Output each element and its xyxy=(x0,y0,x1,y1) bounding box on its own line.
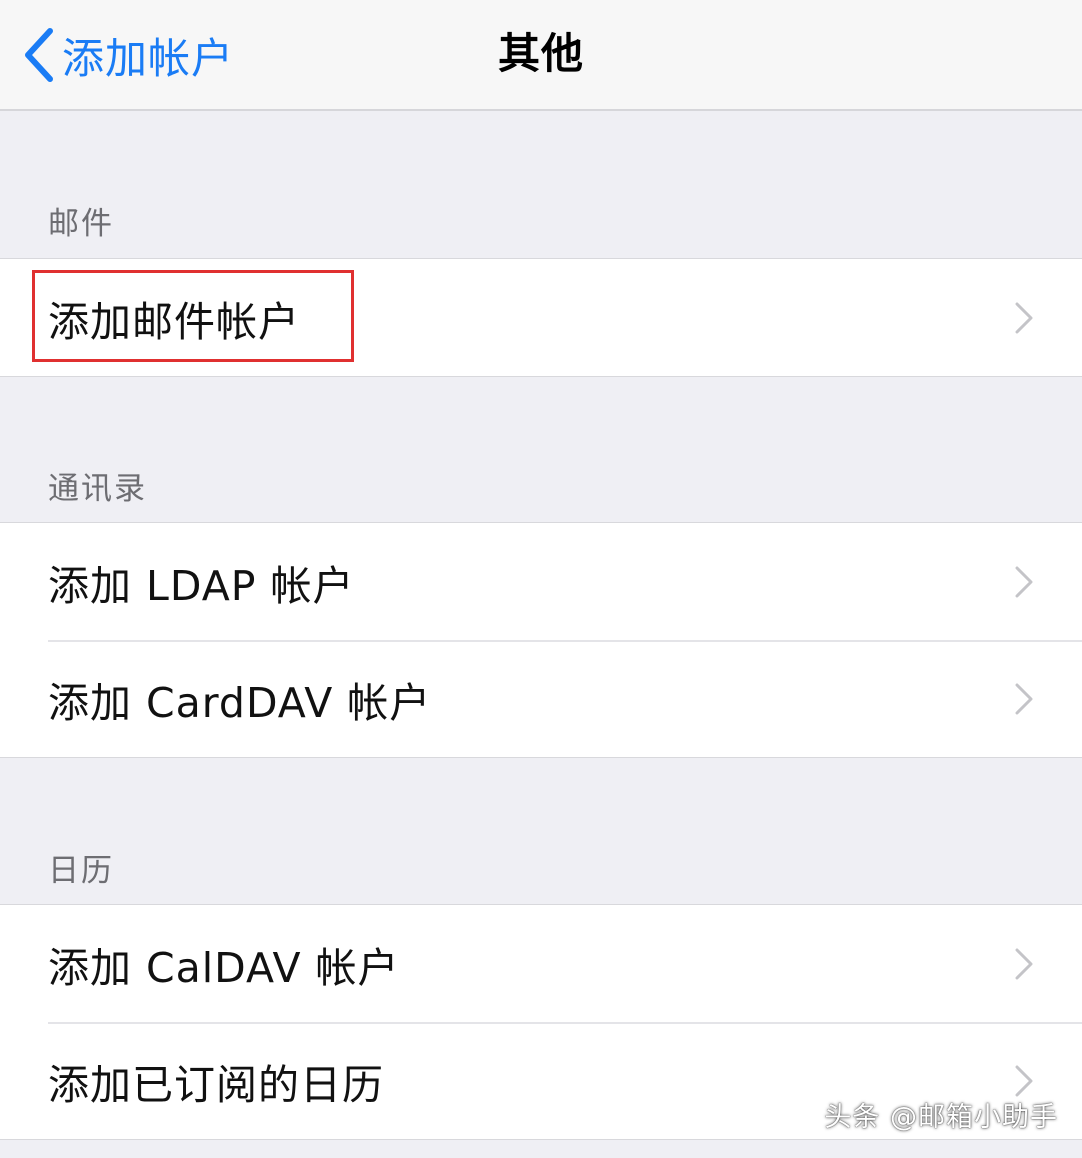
add-carddav-account-cell[interactable]: 添加 CardDAV 帐户 xyxy=(0,640,1082,757)
navigation-bar: 添加帐户 其他 xyxy=(0,0,1082,111)
section-header-contacts: 通讯录 xyxy=(48,471,147,507)
watermark: 头条 @邮箱小助手 xyxy=(824,1102,1058,1133)
cell-label: 添加 LDAP 帐户 xyxy=(48,561,355,610)
chevron-right-icon xyxy=(1015,683,1033,714)
add-ldap-account-cell[interactable]: 添加 LDAP 帐户 xyxy=(0,523,1082,640)
cell-label: 添加已订阅的日历 xyxy=(48,1060,384,1109)
chevron-right-icon xyxy=(1015,566,1033,597)
chevron-right-icon xyxy=(1015,948,1033,979)
highlight-annotation-box xyxy=(32,270,354,362)
section-header-mail: 邮件 xyxy=(48,206,114,242)
cell-label: 添加 CardDAV 帐户 xyxy=(48,678,432,727)
section-header-calendar: 日历 xyxy=(48,853,114,889)
chevron-right-icon xyxy=(1015,302,1033,333)
cell-label: 添加 CalDAV 帐户 xyxy=(48,943,400,992)
contacts-group: 添加 LDAP 帐户 添加 CardDAV 帐户 xyxy=(0,522,1082,758)
chevron-right-icon xyxy=(1015,1065,1033,1096)
page-title: 其他 xyxy=(497,29,584,78)
add-caldav-account-cell[interactable]: 添加 CalDAV 帐户 xyxy=(0,905,1082,1022)
